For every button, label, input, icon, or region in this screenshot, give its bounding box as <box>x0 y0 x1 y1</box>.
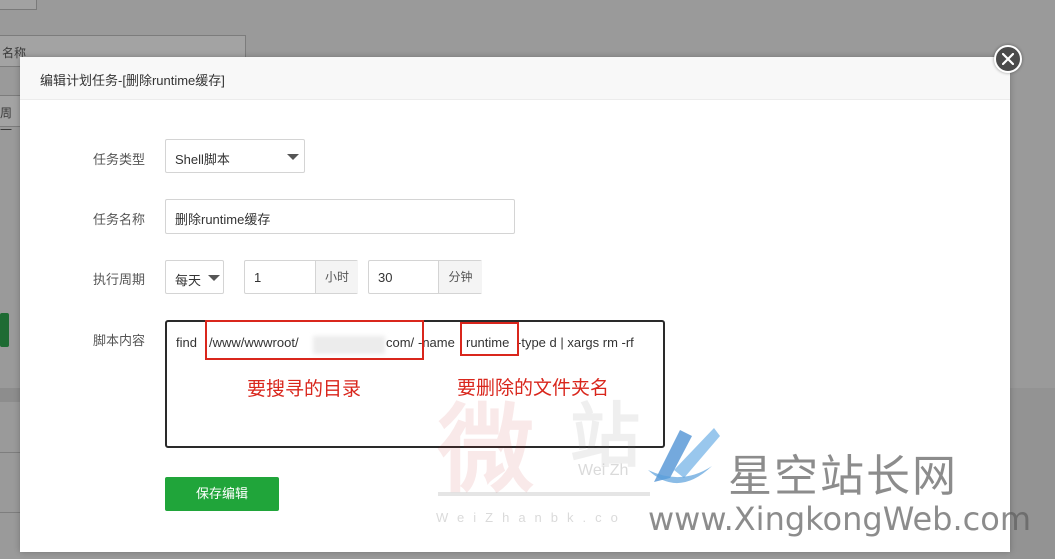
chevron-down-icon <box>208 275 220 281</box>
directory-highlight <box>205 320 424 360</box>
hour-value: 1 <box>254 270 262 285</box>
minute-input[interactable]: 30 分钟 <box>368 260 482 294</box>
task-type-label: 任务类型 <box>93 152 146 167</box>
watermark-char: 微 <box>438 393 534 506</box>
script-rest: -type d | xargs rm -rf <box>517 335 634 350</box>
watermark-site-en: www.XingkongWeb.com <box>648 500 1031 538</box>
minute-value: 30 <box>378 270 393 285</box>
background-divider <box>0 452 20 453</box>
directory-annotation: 要搜寻的目录 <box>247 378 362 400</box>
background-box <box>0 0 37 10</box>
watermark-text: Wei Zh <box>578 462 629 479</box>
save-button[interactable]: 保存编辑 <box>165 477 279 511</box>
watermark-bar <box>438 492 650 496</box>
watermark-site-cn: 星空站长网 <box>728 451 958 502</box>
cycle-period-value: 每天 <box>175 273 202 288</box>
task-name-label: 任务名称 <box>93 212 146 227</box>
task-type-value: Shell脚本 <box>175 152 230 167</box>
watermark-url: WeiZhanbk.co <box>436 510 627 525</box>
cycle-period-select[interactable]: 每天 <box>165 260 224 294</box>
dialog-title: 编辑计划任务-[删除runtime缓存] <box>40 73 225 88</box>
script-label: 脚本内容 <box>93 333 146 348</box>
cycle-label: 执行周期 <box>93 272 146 287</box>
hour-unit: 小时 <box>315 261 358 293</box>
background-green-button <box>0 313 9 347</box>
background-divider <box>0 512 20 513</box>
task-type-select[interactable]: Shell脚本 <box>165 139 305 173</box>
hour-input[interactable]: 1 小时 <box>244 260 358 294</box>
task-name-value: 删除runtime缓存 <box>175 212 271 227</box>
chevron-down-icon <box>287 154 299 160</box>
xingkong-logo-icon <box>648 428 720 484</box>
dialog-header: 编辑计划任务-[删除runtime缓存] <box>20 57 1010 100</box>
task-name-input[interactable]: 删除runtime缓存 <box>165 199 515 234</box>
close-icon <box>1002 53 1014 65</box>
folder-highlight <box>460 322 519 356</box>
close-button[interactable] <box>994 45 1022 73</box>
script-find: find <box>176 335 197 350</box>
minute-unit: 分钟 <box>438 261 482 293</box>
